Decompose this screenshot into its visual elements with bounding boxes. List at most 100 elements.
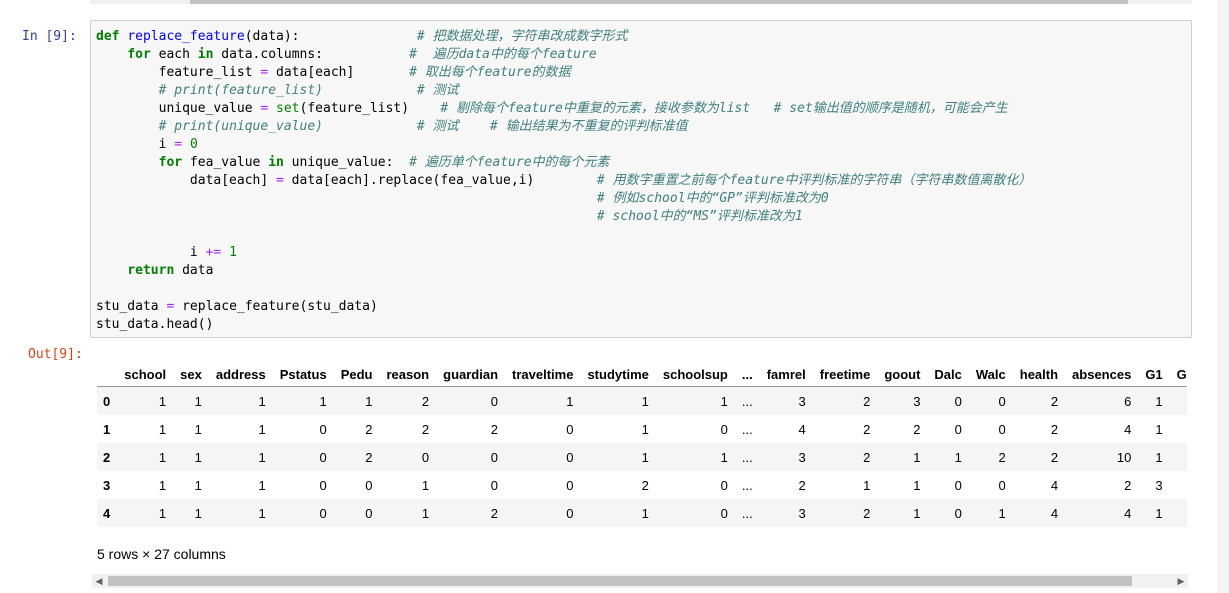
- code-line: i = 0: [96, 137, 198, 152]
- table-cell: ...: [741, 505, 753, 521]
- code-line: # print(feature_list) # 测试: [96, 83, 459, 98]
- code-line: # print(unique_value) # 测试 # 输出结果为不重复的评判…: [96, 119, 688, 134]
- code-token: each: [150, 47, 198, 62]
- table-cell: 1: [1155, 393, 1163, 409]
- code-token: +=: [205, 245, 222, 260]
- page-scrollbar[interactable]: [1217, 0, 1229, 593]
- table-cell: 4: [1050, 477, 1059, 493]
- table-cell: 1: [566, 393, 574, 409]
- table-cell: 1: [1155, 421, 1163, 437]
- column-header: studytime: [580, 362, 656, 387]
- code-comment: # 取出每个feature的数据: [409, 65, 571, 80]
- table-cell: ...: [741, 421, 753, 437]
- table-cell: 4: [798, 421, 806, 437]
- code-token: for: [158, 155, 183, 170]
- dataframe-table: school sex address Pstatus Pedu reason guardia…: [97, 362, 1187, 527]
- table-cell: 1: [258, 393, 266, 409]
- table-cell: 2: [998, 449, 1006, 465]
- table-cell: 1: [954, 449, 962, 465]
- code-editor[interactable]: def replace_feature(data): # 把数据处理，字符串改成…: [96, 28, 1031, 334]
- output-horizontal-scrollbar[interactable]: ◀ ▶: [92, 574, 1188, 588]
- column-header: [97, 362, 118, 387]
- column-header: guardian: [436, 362, 506, 387]
- code-comment: # 剔除每个feature中重复的元素，接收参数为list # set输出值的顺…: [440, 101, 1008, 116]
- table-cell: 1: [158, 393, 167, 409]
- table-cell: 1: [258, 477, 266, 493]
- table-cell: 2: [863, 505, 871, 521]
- table-cell: 0: [998, 393, 1006, 409]
- table-row: 01111120111...323002611: [97, 386, 1188, 416]
- table-cell: 2: [365, 421, 373, 437]
- table-cell: 0: [954, 421, 962, 437]
- code-cell[interactable]: def replace_feature(data): # 把数据处理，字符串改成…: [90, 20, 1192, 338]
- table-row: 21110200011...3211221011: [97, 443, 1187, 471]
- column-header: Pstatus: [272, 362, 334, 387]
- table-cell: 0: [566, 421, 574, 437]
- code-token: set: [276, 101, 300, 116]
- table-cell: 2: [1124, 477, 1132, 493]
- table-cell: 2: [863, 449, 871, 465]
- code-token: unique_value:: [283, 155, 410, 170]
- table-cell: 2: [421, 421, 430, 437]
- column-header: school: [117, 362, 174, 387]
- table-cell: 1: [1170, 387, 1188, 416]
- top-scrollbar-thumb[interactable]: [190, 0, 1128, 4]
- table-cell: 1: [194, 449, 202, 465]
- table-cell: 0: [954, 505, 962, 521]
- table-cell: 1: [998, 505, 1006, 521]
- table-cell: 0: [319, 477, 327, 493]
- output-prompt: Out[9]:: [28, 347, 83, 362]
- code-comment: # school中的“MS”评判标准改为1: [596, 209, 803, 224]
- scroll-right-arrow-icon[interactable]: ▶: [1174, 574, 1188, 588]
- table-cell: ...: [741, 449, 753, 465]
- column-header: health: [1012, 362, 1066, 387]
- column-header: freetime: [812, 362, 878, 387]
- table-cell: 1: [720, 449, 728, 465]
- code-token: feature_list: [96, 65, 261, 80]
- table-cell: 3: [913, 393, 921, 409]
- scroll-left-arrow-icon[interactable]: ◀: [92, 574, 106, 588]
- table-cell: 2: [1050, 449, 1059, 465]
- code-comment: # 把数据处理，字符串改成数字形式: [416, 29, 628, 44]
- code-line: for each in data.columns: # 遍历data中的每个fe…: [96, 47, 596, 62]
- table-cell: 3: [798, 505, 806, 521]
- table-cell: 1: [421, 505, 430, 521]
- table-cell: 6: [1124, 393, 1132, 409]
- table-cell: 0: [365, 477, 373, 493]
- code-token: for: [127, 47, 151, 62]
- code-token: replace_feature(stu_data): [174, 299, 378, 314]
- scroll-thumb[interactable]: [108, 576, 1132, 586]
- code-token: data[each]: [96, 173, 277, 188]
- table-cell: 0: [319, 505, 327, 521]
- code-line: stu_data.head(): [96, 317, 213, 332]
- table-cell: 1: [641, 505, 649, 521]
- table-cell: 0: [365, 505, 373, 521]
- table-cell: 2: [798, 477, 806, 493]
- code-token: in: [268, 155, 284, 170]
- table-cell: 1: [194, 477, 202, 493]
- code-token: data.columns:: [213, 47, 410, 62]
- code-line: i += 1: [96, 245, 237, 260]
- table-cell: 0: [490, 449, 499, 465]
- table-cell: 1: [913, 505, 921, 521]
- code-line: data[each] = data[each].replace(fea_valu…: [96, 173, 1031, 188]
- code-token: unique_value: [96, 101, 261, 116]
- table-cell: 10: [1116, 449, 1132, 465]
- code-token: i: [96, 137, 175, 152]
- column-header: Dalc: [927, 362, 969, 387]
- table-cell: 1: [913, 449, 921, 465]
- table-cell: 4: [1050, 505, 1059, 521]
- code-token: data[each]: [268, 65, 410, 80]
- table-cell: 0: [998, 421, 1006, 437]
- table-cell: 1: [194, 393, 202, 409]
- row-index: 2: [103, 449, 111, 465]
- table-cell: 3: [1155, 477, 1163, 493]
- table-cell: 0: [566, 449, 574, 465]
- table-cell: 0: [954, 393, 962, 409]
- column-header: G1: [1138, 362, 1170, 387]
- table-row: 41110012010...321014410: [97, 499, 1187, 527]
- top-scrollbar[interactable]: [90, 0, 1192, 4]
